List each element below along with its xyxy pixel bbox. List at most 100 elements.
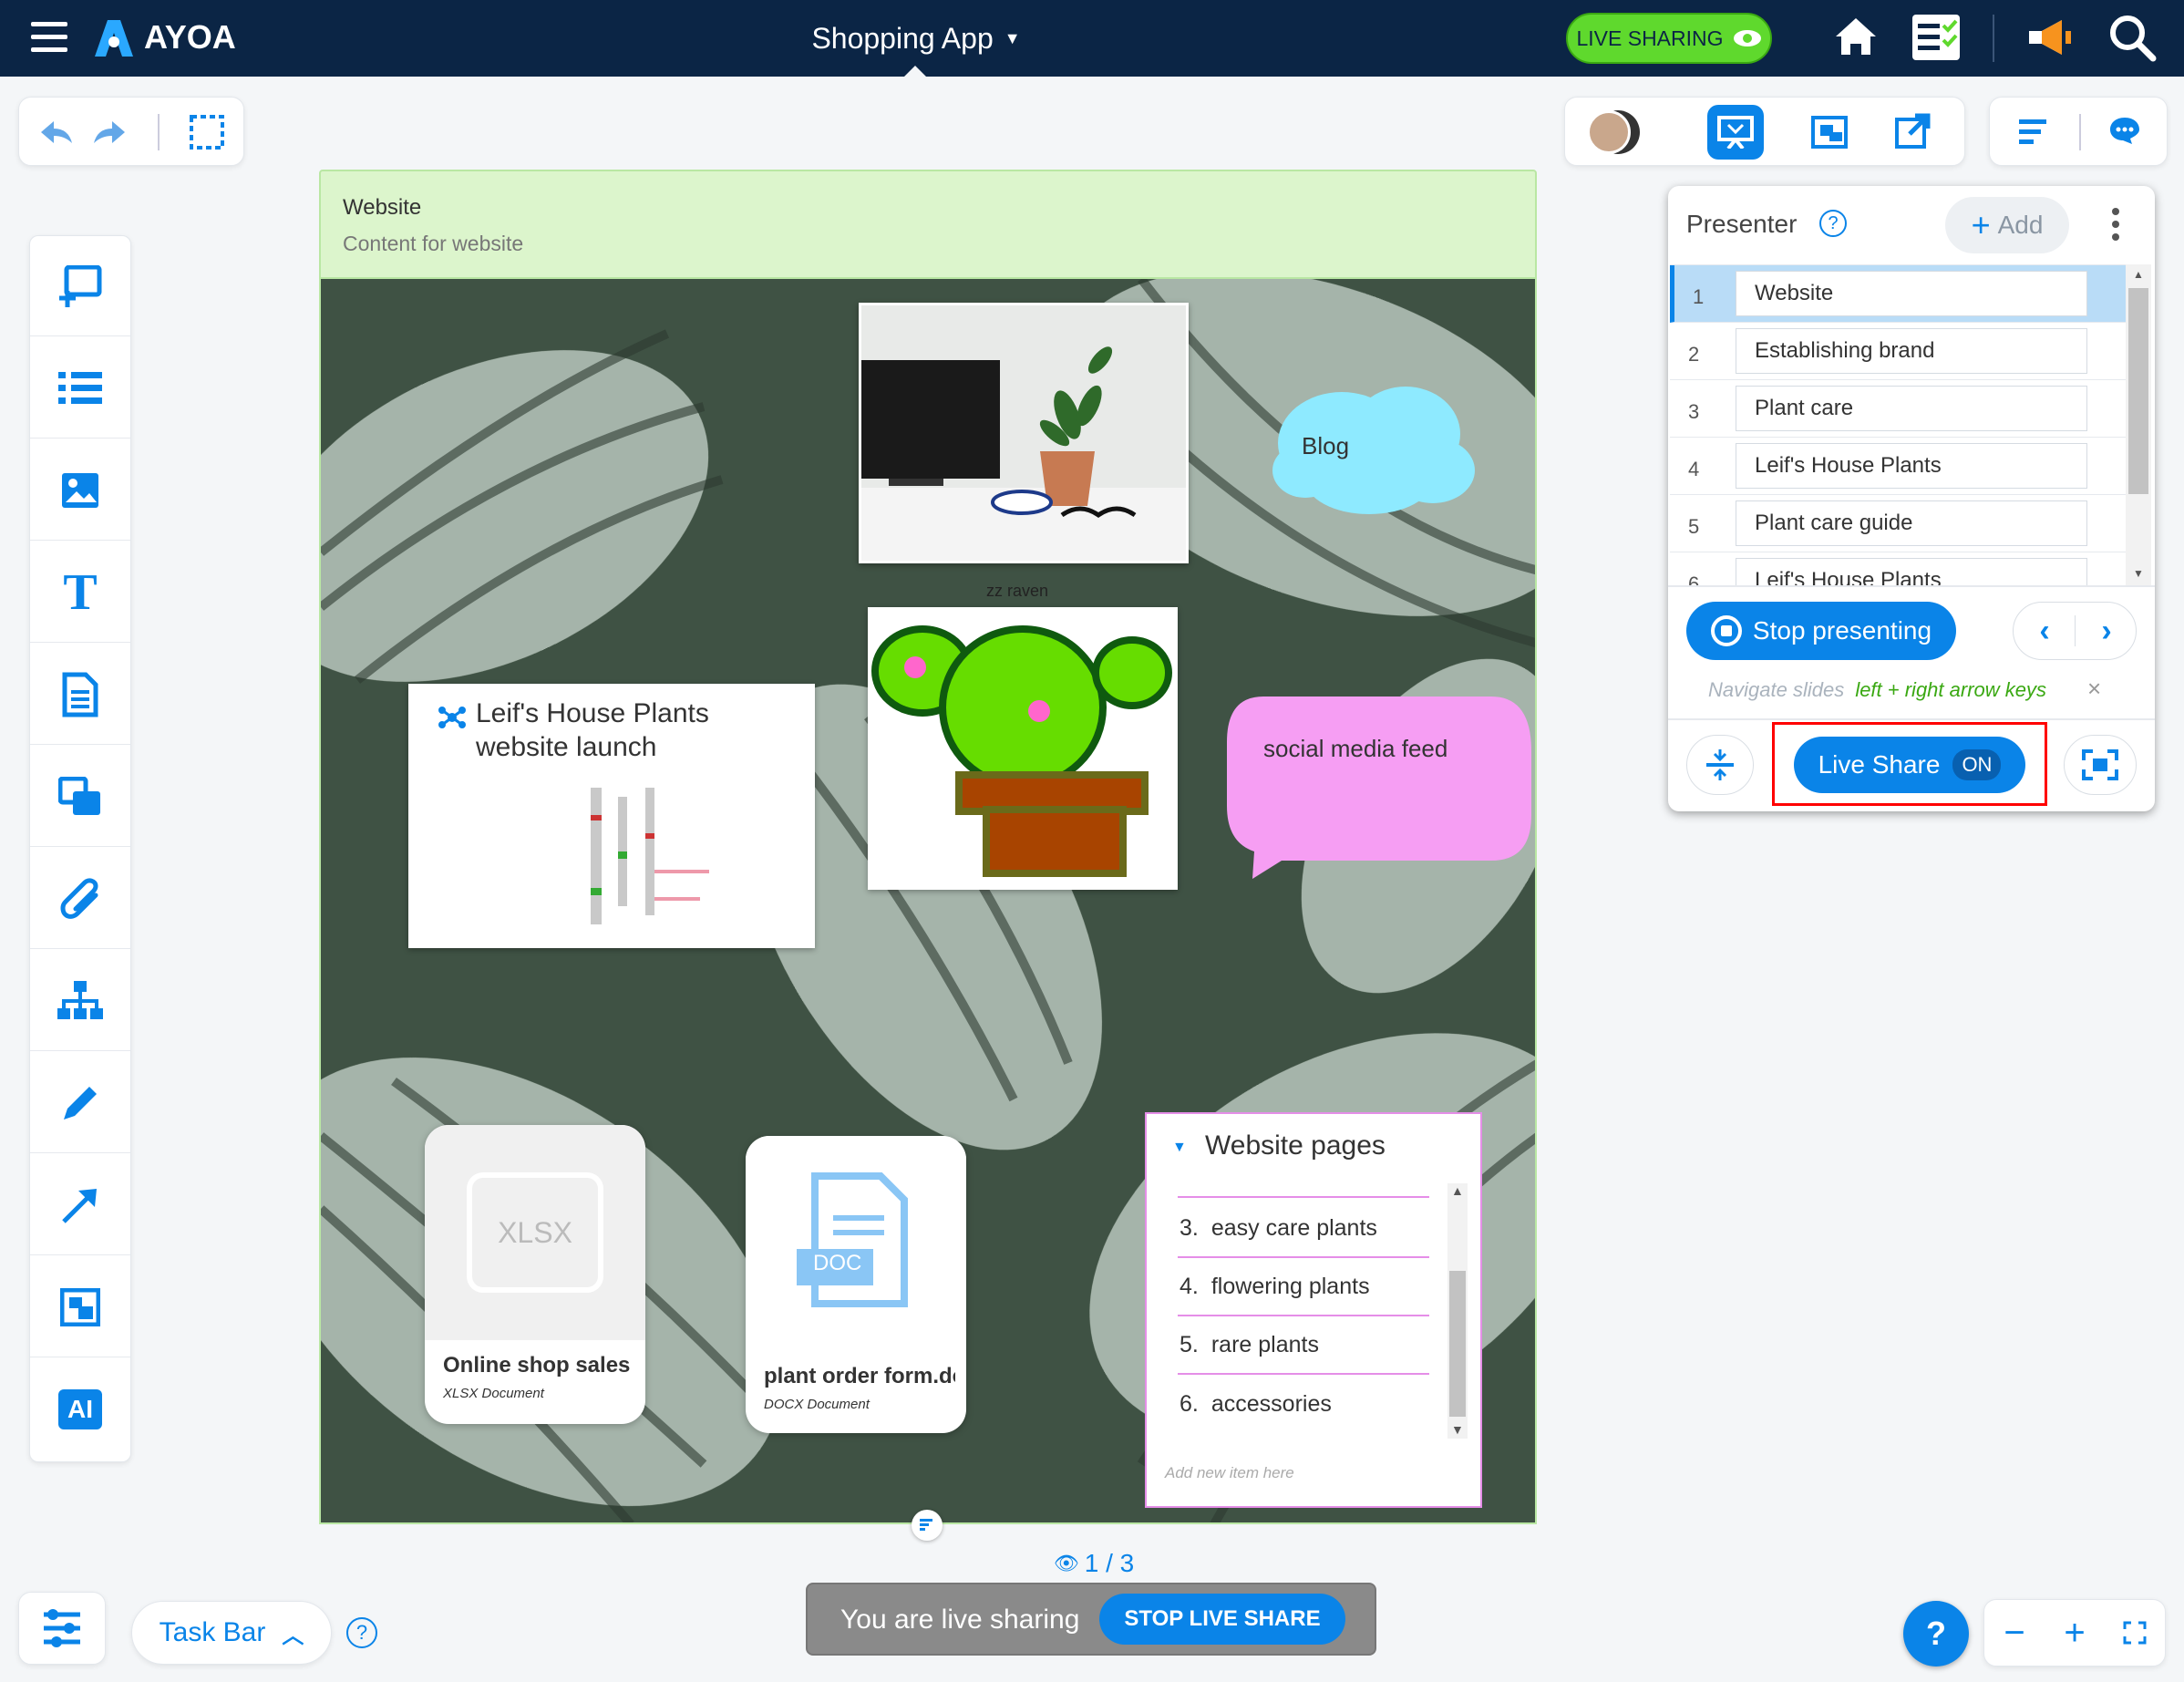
presenter-mode-button[interactable] xyxy=(1707,105,1764,160)
slide-row[interactable]: 4 Leif's House Plants xyxy=(1670,438,2126,495)
chevron-down-icon: ▼ xyxy=(1004,28,1021,47)
xlsx-file-card[interactable]: XLSX Online shop sales XLSX Document xyxy=(425,1125,645,1424)
stop-presenting-button[interactable]: Stop presenting xyxy=(1686,602,1956,660)
add-document-button[interactable] xyxy=(30,645,130,745)
share-export-icon[interactable] xyxy=(1895,112,1932,149)
scroll-thumb[interactable] xyxy=(1449,1271,1466,1417)
fit-screen-icon[interactable] xyxy=(2105,1600,2165,1666)
add-item-placeholder[interactable]: Add new item here xyxy=(1165,1464,1294,1482)
redo-icon[interactable] xyxy=(92,116,129,149)
frame-notes-button[interactable] xyxy=(912,1510,943,1541)
stop-live-share-button[interactable]: STOP LIVE SHARE xyxy=(1099,1594,1345,1645)
docx-thumbnail: DOC xyxy=(746,1136,966,1346)
list-item[interactable]: 5. rare plants xyxy=(1178,1316,1429,1375)
frame-subtitle: Content for website xyxy=(343,232,524,255)
slides-icon[interactable] xyxy=(1811,114,1848,150)
hamburger-menu-icon[interactable] xyxy=(31,20,69,55)
zoom-in-button[interactable]: + xyxy=(2045,1600,2105,1666)
scroll-up-icon[interactable]: ▲ xyxy=(1451,1183,1464,1198)
slide-row[interactable]: 3 Plant care xyxy=(1670,380,2126,438)
undo-icon[interactable] xyxy=(37,116,74,149)
slide-list-scrollbar[interactable]: ▲ ▼ xyxy=(2126,264,2151,585)
slide-row[interactable]: 6 Leif's House Plants xyxy=(1670,552,2126,585)
mindmap-title: Leif's House Plants website launch xyxy=(476,698,709,762)
close-hint-icon[interactable]: × xyxy=(2087,675,2101,703)
live-share-toggle[interactable]: Live Share ON xyxy=(1794,737,2025,793)
docx-file-type: DOCX Document xyxy=(764,1397,870,1412)
slide-row[interactable]: 1 Website xyxy=(1670,265,2126,323)
next-slide-button[interactable]: › xyxy=(2076,603,2138,659)
pencil-icon[interactable] xyxy=(30,1053,130,1153)
fullscreen-focus-button[interactable] xyxy=(2064,735,2137,795)
slide-row[interactable]: 5 Plant care guide xyxy=(1670,495,2126,552)
live-sharing-text: You are live sharing xyxy=(840,1605,1080,1635)
scroll-thumb[interactable] xyxy=(2128,288,2148,494)
presenter-panel: Presenter ? + Add 1 Website 2 Establishin… xyxy=(1668,186,2155,811)
list-item[interactable]: 6. accessories xyxy=(1178,1375,1429,1433)
top-bar: AYOA Shopping App ▼ LIVE SHARING xyxy=(0,0,2184,77)
toolbar-divider xyxy=(158,114,160,150)
zoom-out-button[interactable]: − xyxy=(1984,1600,2045,1666)
frame-header[interactable]: Website Content for website xyxy=(319,170,1537,279)
xlsx-file-name: Online shop sales xyxy=(443,1353,631,1378)
add-note-button[interactable] xyxy=(30,236,130,336)
scroll-down-icon[interactable]: ▼ xyxy=(1451,1422,1464,1437)
home-icon[interactable] xyxy=(1834,16,1878,57)
ai-assistant-button[interactable]: AI xyxy=(30,1359,130,1460)
list-item[interactable]: 3. easy care plants xyxy=(1178,1200,1429,1258)
toolbar-divider xyxy=(2079,114,2081,150)
add-media-button[interactable] xyxy=(30,747,130,847)
help-icon[interactable]: ? xyxy=(346,1617,377,1648)
desk-photo-card[interactable] xyxy=(859,303,1189,563)
select-area-icon[interactable] xyxy=(189,114,225,150)
scroll-down-icon[interactable]: ▼ xyxy=(2133,567,2144,580)
help-button[interactable]: ? xyxy=(1903,1601,1969,1667)
more-options-icon[interactable] xyxy=(2111,206,2120,242)
outline-icon[interactable] xyxy=(2019,119,2048,145)
add-slide-button[interactable]: + Add xyxy=(1945,197,2069,253)
cactus-drawing-card[interactable] xyxy=(868,607,1178,890)
task-bar-toggle[interactable]: Task Bar ︿ xyxy=(131,1601,332,1665)
docx-file-card[interactable]: DOC plant order form.docx DOCX Document xyxy=(746,1136,966,1433)
website-pages-list[interactable]: ▼ Website pages 3. easy care plants 4. flo… xyxy=(1145,1112,1482,1508)
megaphone-icon[interactable] xyxy=(2025,15,2073,60)
live-share-state: ON xyxy=(1952,749,2002,780)
viewer-count: 👁 1 / 3 xyxy=(1053,1549,1135,1577)
add-image-button[interactable] xyxy=(30,440,130,541)
live-sharing-badge[interactable]: LIVE SHARING xyxy=(1566,13,1772,64)
collapse-triangle-icon[interactable]: ▼ xyxy=(1172,1140,1187,1156)
mindmap-thumbnail xyxy=(591,788,709,924)
arrow-connector-icon[interactable] xyxy=(30,1155,130,1255)
cactus-illustration xyxy=(871,625,1172,877)
left-toolbar: T AI xyxy=(29,235,131,1462)
mindmap-card[interactable]: Leif's House Plants website launch xyxy=(408,684,815,948)
attachment-icon[interactable] xyxy=(30,849,130,949)
task-list-icon[interactable] xyxy=(1912,15,1960,60)
list-item[interactable]: 4. flowering plants xyxy=(1178,1258,1429,1316)
slide-row[interactable]: 2 Establishing brand xyxy=(1670,323,2126,380)
eye-icon xyxy=(1733,28,1762,48)
frame-canvas[interactable]: zz raven Blog social media feed Leif's H… xyxy=(319,279,1537,1524)
search-icon[interactable] xyxy=(2107,13,2157,62)
social-media-bubble[interactable]: social media feed xyxy=(1227,697,1531,879)
docx-file-name: plant order form.docx xyxy=(764,1364,955,1388)
list-title: Website pages xyxy=(1205,1130,1386,1161)
help-icon[interactable]: ? xyxy=(1819,210,1847,237)
fit-slides-button[interactable] xyxy=(1686,735,1754,795)
org-chart-icon[interactable] xyxy=(30,951,130,1051)
view-toolbar xyxy=(1564,97,1965,166)
board-title-dropdown[interactable]: Shopping App ▼ xyxy=(802,18,1030,58)
list-scrollbar[interactable]: ▲ ▼ xyxy=(1447,1183,1468,1439)
slides-tool-icon[interactable] xyxy=(30,1257,130,1357)
avatar[interactable] xyxy=(1587,110,1631,154)
brand-name: AYOA xyxy=(144,18,236,56)
social-media-label: social media feed xyxy=(1263,735,1448,762)
scroll-up-icon[interactable]: ▲ xyxy=(2133,268,2144,281)
comment-icon[interactable] xyxy=(2108,116,2141,145)
add-text-button[interactable]: T xyxy=(30,542,130,643)
desk-photo xyxy=(861,305,1186,561)
blog-cloud-bubble[interactable]: Blog xyxy=(1269,379,1478,516)
previous-slide-button[interactable]: ‹ xyxy=(2014,603,2076,659)
settings-sliders-button[interactable] xyxy=(18,1592,106,1665)
add-list-button[interactable] xyxy=(30,338,130,439)
